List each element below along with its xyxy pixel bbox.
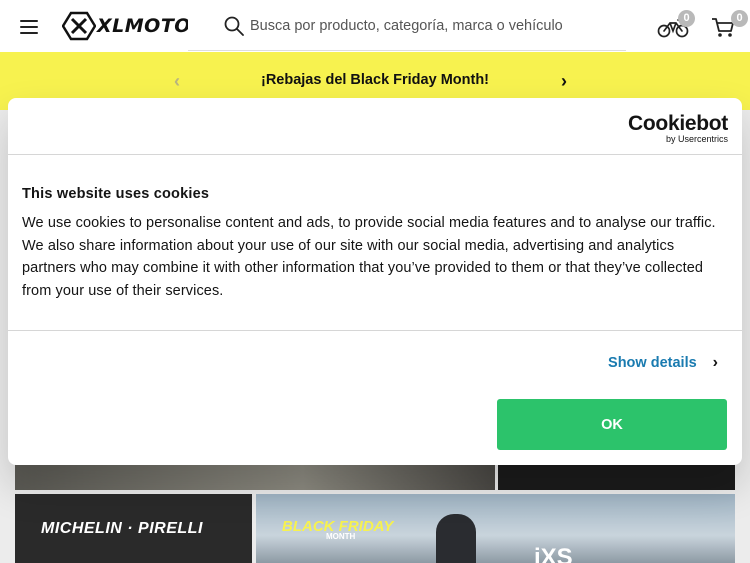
promo-next-chevron-icon[interactable]: › bbox=[561, 72, 577, 90]
chevron-right-icon: › bbox=[712, 354, 718, 371]
cookiebot-brand: Cookiebot bbox=[628, 112, 728, 135]
cart-button[interactable]: 0 bbox=[710, 10, 748, 40]
hamburger-menu-icon[interactable] bbox=[20, 20, 38, 34]
black-friday-promo-tile[interactable]: BLACK FRIDAY MONTH iXS bbox=[256, 494, 735, 563]
cookie-consent-dialog: Cookiebot by Usercentrics This website u… bbox=[8, 98, 742, 465]
show-details-link[interactable]: Show details › bbox=[608, 354, 718, 372]
search-icon[interactable] bbox=[224, 16, 244, 36]
search-input[interactable] bbox=[250, 13, 610, 39]
dialog-body-text: We use cookies to personalise content an… bbox=[22, 215, 716, 299]
dialog-title: This website uses cookies bbox=[22, 186, 210, 202]
dialog-divider-bottom bbox=[8, 330, 742, 331]
dialog-divider-top bbox=[8, 154, 742, 155]
promo-prev-chevron-icon[interactable]: ‹ bbox=[174, 72, 190, 90]
xlmoto-logo-icon bbox=[62, 11, 96, 41]
cart-count-badge: 0 bbox=[731, 10, 748, 27]
garage-count-badge: 0 bbox=[678, 10, 695, 27]
black-friday-subtitle: MONTH bbox=[326, 532, 356, 541]
show-details-label: Show details bbox=[608, 355, 697, 371]
site-logo[interactable]: XLMOTO bbox=[62, 11, 191, 41]
garage-button[interactable]: 0 bbox=[657, 10, 695, 40]
logo-text: XLMOTO bbox=[97, 15, 191, 37]
site-header: XLMOTO 0 0 bbox=[0, 0, 750, 52]
promo-text[interactable]: ¡Rebajas del Black Friday Month! bbox=[200, 72, 550, 88]
tires-promo-tile[interactable]: MICHELIN · PIRELLI bbox=[15, 494, 252, 563]
tires-promo-text: MICHELIN · PIRELLI bbox=[41, 520, 203, 537]
ixs-brand-logo: iXS bbox=[534, 544, 573, 563]
ok-button[interactable]: OK bbox=[497, 399, 727, 450]
rider-image bbox=[436, 514, 476, 563]
search-bar bbox=[188, 1, 626, 51]
cookiebot-logo: Cookiebot by Usercentrics bbox=[628, 112, 728, 144]
